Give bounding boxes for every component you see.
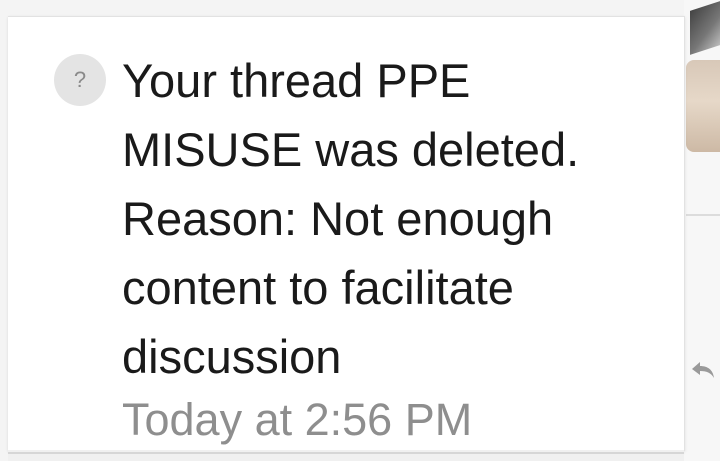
- notification-card[interactable]: ? Your thread PPE MISUSE was deleted. Re…: [8, 16, 685, 451]
- notification-timestamp: Today at 2:56 PM: [122, 394, 473, 445]
- background-thumbnail: [686, 60, 720, 152]
- unknown-user-avatar: ?: [54, 54, 106, 106]
- screen: ? Your thread PPE MISUSE was deleted. Re…: [0, 0, 720, 461]
- notification-message: Your thread PPE MISUSE was deleted. Reas…: [122, 54, 580, 383]
- background-divider: [686, 214, 720, 216]
- question-mark-icon: ?: [73, 67, 87, 92]
- reply-arrow-icon: [688, 356, 718, 386]
- card-separator: [8, 452, 684, 454]
